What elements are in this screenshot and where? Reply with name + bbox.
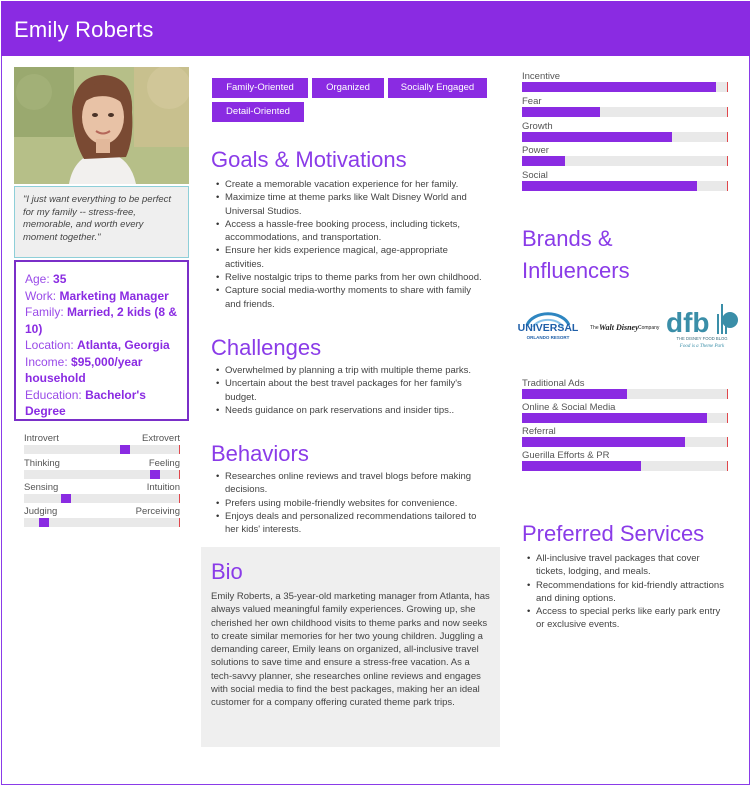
bar-fill <box>522 82 716 92</box>
persona-quote: "I just want everything to be perfect fo… <box>14 186 189 258</box>
list-item: Recommendations for kid-friendly attract… <box>525 579 725 606</box>
trait-thinking-feeling: Thinking Feeling <box>24 458 180 482</box>
persona-photo <box>14 67 189 184</box>
motivation-bar-fear: Fear <box>522 96 728 118</box>
svg-text:THE DISNEY FOOD BLOG: THE DISNEY FOOD BLOG <box>676 336 727 341</box>
goals-list: Create a memorable vacation experience f… <box>214 178 489 311</box>
challenges-heading: Challenges <box>211 335 322 360</box>
persona-name: Emily Roberts <box>14 17 154 42</box>
services-list: All-inclusive travel packages that cover… <box>525 552 725 632</box>
dfb-logo: dfb THE DISNEY FOOD BLOG Food is a Theme… <box>664 300 740 350</box>
list-item: Needs guidance on park reservations and … <box>214 404 489 418</box>
channel-bar-online-social: Online & Social Media <box>522 402 728 424</box>
trait-track <box>24 494 180 503</box>
motivation-bar-power: Power <box>522 145 728 167</box>
trait-left-label: Introvert <box>24 433 59 444</box>
disney-logo: The Walt Disney Company <box>589 318 661 334</box>
behaviors-list: Researches online reviews and travel blo… <box>214 470 489 536</box>
bar-label: Fear <box>522 96 542 107</box>
list-item: All-inclusive travel packages that cover… <box>525 552 725 579</box>
trait-right-label: Perceiving <box>135 506 180 517</box>
bar-fill <box>522 107 600 117</box>
svg-text:Walt Disney: Walt Disney <box>599 323 639 332</box>
info-income: Income: $95,000/year household <box>25 354 143 386</box>
list-item: Enjoys deals and personalized recommenda… <box>214 510 489 537</box>
trait-track <box>24 445 180 454</box>
svg-text:ORLANDO RESORT: ORLANDO RESORT <box>527 335 570 340</box>
bar-label: Referral <box>522 426 556 437</box>
channel-bar-traditional-ads: Traditional Ads <box>522 378 728 400</box>
svg-text:The: The <box>590 325 599 331</box>
bar-label: Traditional Ads <box>522 378 585 389</box>
bar-label: Power <box>522 145 549 156</box>
list-item: Relive nostalgic trips to theme parks fr… <box>214 271 489 285</box>
bar-fill <box>522 132 672 142</box>
trait-sensing-intuition: Sensing Intuition <box>24 482 180 506</box>
list-item: Create a memorable vacation experience f… <box>214 178 489 192</box>
bio-panel: Bio Emily Roberts, a 35-year-old marketi… <box>201 547 500 747</box>
trait-right-label: Intuition <box>146 482 180 493</box>
brands-heading: Brands & Influencers <box>522 226 630 283</box>
list-item: Researches online reviews and travel blo… <box>214 470 489 497</box>
list-item: Maximize time at theme parks like Walt D… <box>214 191 489 218</box>
bar-label: Growth <box>522 121 553 132</box>
trait-knob <box>39 518 49 527</box>
bio-text: Emily Roberts, a 35-year-old marketing m… <box>211 591 490 709</box>
channel-bar-referral: Referral <box>522 426 728 448</box>
tag-family-oriented: Family-Oriented <box>212 78 308 98</box>
bar-fill <box>522 413 707 423</box>
svg-text:UNIVERSAL: UNIVERSAL <box>518 322 579 334</box>
tag-detail-oriented: Detail-Oriented <box>212 102 304 122</box>
goals-heading: Goals & Motivations <box>211 147 407 172</box>
bar-fill <box>522 181 697 191</box>
list-item: Capture social media-worthy moments to s… <box>214 284 489 311</box>
list-item: Uncertain about the best travel packages… <box>214 377 489 404</box>
services-heading: Preferred Services <box>522 521 705 546</box>
trait-knob <box>61 494 71 503</box>
info-family: Family: Married, 2 kids (8 & 10) <box>25 305 178 336</box>
motivation-bar-social: Social <box>522 170 728 192</box>
trait-right-label: Extrovert <box>141 433 180 444</box>
bar-fill <box>522 437 685 447</box>
trait-knob <box>120 445 130 454</box>
motivation-bar-incentive: Incentive <box>522 71 728 93</box>
list-item: Ensure her kids experience magical, age-… <box>214 244 489 271</box>
bar-label: Guerilla Efforts & PR <box>522 450 610 461</box>
channel-bar-guerilla-pr: Guerilla Efforts & PR <box>522 450 728 472</box>
info-age: Age: 35 <box>25 272 67 286</box>
bar-label: Incentive <box>522 71 561 82</box>
bar-label: Online & Social Media <box>522 402 616 413</box>
behaviors-heading: Behaviors <box>211 441 309 466</box>
trait-left-label: Judging <box>24 506 58 517</box>
trait-judging-perceiving: Judging Perceiving <box>24 506 180 530</box>
challenges-list: Overwhelmed by planning a trip with mult… <box>214 364 489 417</box>
tag-organized: Organized <box>312 78 384 98</box>
bar-label: Social <box>522 170 548 181</box>
svg-text:Company: Company <box>638 325 660 331</box>
list-item: Prefers using mobile-friendly websites f… <box>214 497 489 511</box>
bio-heading: Bio <box>211 559 243 584</box>
trait-right-label: Feeling <box>148 458 180 469</box>
tag-socially-engaged: Socially Engaged <box>388 78 487 98</box>
info-work: Work: Marketing Manager <box>25 288 169 303</box>
trait-left-label: Sensing <box>24 482 59 493</box>
svg-text:Food is a Theme Park: Food is a Theme Park <box>679 344 725 349</box>
trait-introvert-extrovert: Introvert Extrovert <box>24 433 180 457</box>
trait-left-label: Thinking <box>24 458 60 469</box>
motivation-bar-growth: Growth <box>522 121 728 143</box>
bar-fill <box>522 389 627 399</box>
persona-info-box: Age: 35 Work: Marketing Manager Family: … <box>14 260 189 421</box>
universal-logo: UNIVERSAL ORLANDO RESORT <box>513 305 583 345</box>
info-location: Location: Atlanta, Georgia <box>25 338 170 352</box>
list-item: Overwhelmed by planning a trip with mult… <box>214 364 489 378</box>
bar-fill <box>522 461 641 471</box>
list-item: Access to special perks like early park … <box>525 605 725 632</box>
header-bar: Emily Roberts <box>1 1 750 56</box>
trait-knob <box>150 470 160 479</box>
list-item: Access a hassle-free booking process, in… <box>214 218 489 245</box>
info-education: Education: Bachelor's Degree <box>25 387 146 419</box>
svg-text:dfb: dfb <box>666 307 710 338</box>
bar-fill <box>522 156 565 166</box>
